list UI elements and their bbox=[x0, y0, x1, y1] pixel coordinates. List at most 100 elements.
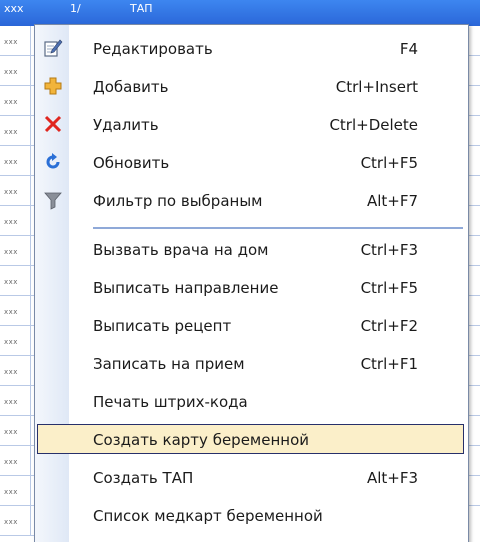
table-row[interactable]: xxx bbox=[0, 356, 36, 386]
delete-x-icon bbox=[43, 114, 63, 134]
table-row[interactable]: xxx bbox=[0, 176, 36, 206]
menu-item-label: Фильтр по выбраным bbox=[93, 192, 263, 210]
menu-item-pregnancy-records-list[interactable]: Список медкарт беременной bbox=[35, 499, 468, 533]
menu-item-label: Создать карту беременной bbox=[93, 431, 310, 449]
cell-divider bbox=[30, 416, 31, 446]
cell-divider bbox=[30, 386, 31, 416]
menu-item-create-tap[interactable]: Создать ТАП Alt+F3 bbox=[35, 461, 468, 495]
row-divider bbox=[468, 175, 480, 176]
table-cell: xxx bbox=[4, 68, 18, 76]
menu-item-label: Список медкарт беременной bbox=[93, 507, 323, 525]
context-menu: Редактировать F4 Добавить Ctrl+Insert Уд… bbox=[34, 24, 469, 542]
table-cell: xxx bbox=[4, 128, 18, 136]
row-divider bbox=[468, 115, 480, 116]
cell-divider bbox=[30, 236, 31, 266]
row-divider bbox=[468, 295, 480, 296]
grid-header-col1: 1/ bbox=[70, 2, 81, 15]
menu-item-shortcut: Ctrl+Insert bbox=[335, 78, 418, 96]
table-cell: xxx bbox=[4, 278, 18, 286]
grid-left-column: xxx xxx xxx xxx xxx xxx xxx xxx xxx xxx … bbox=[0, 26, 36, 542]
cell-divider bbox=[30, 56, 31, 86]
table-row[interactable]: xxx bbox=[0, 26, 36, 56]
row-divider bbox=[468, 325, 480, 326]
menu-item-create-pregnancy-card[interactable]: Создать карту беременной bbox=[35, 423, 468, 457]
menu-item-book-appointment[interactable]: Записать на прием Ctrl+F1 bbox=[35, 347, 468, 381]
table-row[interactable]: xxx bbox=[0, 296, 36, 326]
row-divider bbox=[468, 355, 480, 356]
row-divider bbox=[468, 235, 480, 236]
table-cell: xxx bbox=[4, 218, 18, 226]
menu-item-label: Выписать рецепт bbox=[93, 317, 232, 335]
screen: xxx 1/ ТАП xxx xxx xxx xxx xxx xxx xxx x… bbox=[0, 0, 480, 542]
cell-divider bbox=[30, 146, 31, 176]
menu-item-label: Печать штрих-кода bbox=[93, 393, 248, 411]
menu-item-call-doctor-home[interactable]: Вызвать врача на дом Ctrl+F3 bbox=[35, 233, 468, 267]
menu-item-shortcut: Ctrl+F5 bbox=[360, 279, 418, 297]
menu-item-shortcut: F4 bbox=[399, 40, 418, 58]
menu-item-delete[interactable]: Удалить Ctrl+Delete bbox=[35, 108, 468, 142]
table-row[interactable]: xxx bbox=[0, 476, 36, 506]
grid-right-edge bbox=[468, 26, 480, 542]
table-row[interactable]: xxx bbox=[0, 386, 36, 416]
menu-item-shortcut: Ctrl+F5 bbox=[360, 154, 418, 172]
row-divider bbox=[468, 85, 480, 86]
table-cell: xxx bbox=[4, 458, 18, 466]
menu-item-filter-selected[interactable]: Фильтр по выбраным Alt+F7 bbox=[35, 184, 468, 218]
table-cell: xxx bbox=[4, 368, 18, 376]
row-divider bbox=[468, 55, 480, 56]
refresh-icon bbox=[43, 152, 63, 172]
grid-header: xxx 1/ ТАП bbox=[0, 0, 480, 26]
menu-item-label: Редактировать bbox=[93, 40, 213, 58]
cell-divider bbox=[30, 326, 31, 356]
cell-divider bbox=[30, 86, 31, 116]
menu-item-label: Удалить bbox=[93, 116, 159, 134]
row-divider bbox=[468, 205, 480, 206]
table-row[interactable]: xxx bbox=[0, 236, 36, 266]
table-cell: xxx bbox=[4, 188, 18, 196]
menu-item-label: Вызвать врача на дом bbox=[93, 241, 269, 259]
menu-item-label: Создать ТАП bbox=[93, 469, 194, 487]
table-cell: xxx bbox=[4, 308, 18, 316]
menu-item-add[interactable]: Добавить Ctrl+Insert bbox=[35, 70, 468, 104]
row-divider bbox=[468, 145, 480, 146]
cell-divider bbox=[30, 446, 31, 476]
table-cell: xxx bbox=[4, 338, 18, 346]
menu-item-label: Записать на прием bbox=[93, 355, 245, 373]
menu-item-edit[interactable]: Редактировать F4 bbox=[35, 32, 468, 66]
row-divider bbox=[468, 445, 480, 446]
menu-item-issue-referral[interactable]: Выписать направление Ctrl+F5 bbox=[35, 271, 468, 305]
menu-item-shortcut: Alt+F7 bbox=[366, 192, 418, 210]
table-row[interactable]: xxx bbox=[0, 146, 36, 176]
menu-separator bbox=[93, 227, 463, 229]
table-row[interactable]: xxx bbox=[0, 326, 36, 356]
cell-divider bbox=[30, 476, 31, 506]
table-row[interactable]: xxx bbox=[0, 56, 36, 86]
cell-divider bbox=[30, 266, 31, 296]
cell-divider bbox=[30, 506, 31, 536]
table-row[interactable]: xxx bbox=[0, 506, 36, 536]
row-divider bbox=[468, 475, 480, 476]
plus-icon bbox=[43, 76, 63, 96]
edit-icon bbox=[43, 38, 63, 58]
menu-item-shortcut: Alt+F3 bbox=[366, 469, 418, 487]
table-row[interactable]: xxx bbox=[0, 206, 36, 236]
menu-item-shortcut: Ctrl+Delete bbox=[329, 116, 418, 134]
menu-item-print-barcode[interactable]: Печать штрих-кода bbox=[35, 385, 468, 419]
table-cell: xxx bbox=[4, 158, 18, 166]
table-cell: xxx bbox=[4, 428, 18, 436]
table-cell: xxx bbox=[4, 38, 18, 46]
cell-divider bbox=[30, 176, 31, 206]
filter-icon bbox=[43, 190, 63, 210]
table-row[interactable]: xxx bbox=[0, 86, 36, 116]
menu-item-label: Добавить bbox=[93, 78, 169, 96]
cell-divider bbox=[30, 26, 31, 56]
row-divider bbox=[468, 505, 480, 506]
menu-item-refresh[interactable]: Обновить Ctrl+F5 bbox=[35, 146, 468, 180]
table-row[interactable]: xxx bbox=[0, 116, 36, 146]
table-row[interactable]: xxx bbox=[0, 266, 36, 296]
cell-divider bbox=[30, 356, 31, 386]
grid-header-col2: ТАП bbox=[130, 2, 153, 15]
menu-item-issue-prescription[interactable]: Выписать рецепт Ctrl+F2 bbox=[35, 309, 468, 343]
table-row[interactable]: xxx bbox=[0, 416, 36, 446]
table-row[interactable]: xxx bbox=[0, 446, 36, 476]
